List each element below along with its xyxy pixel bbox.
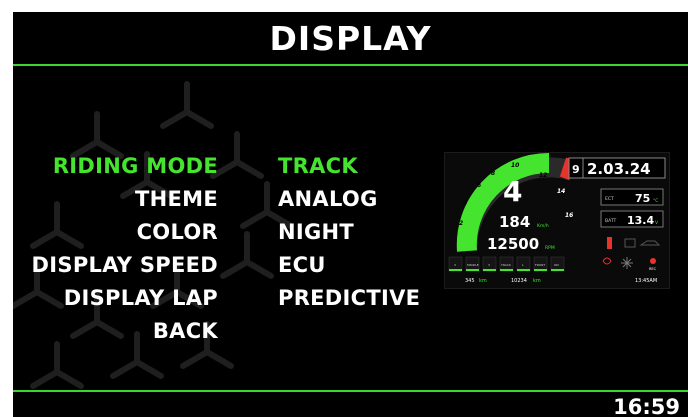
mode-strip-label: ON bbox=[554, 263, 559, 267]
menu-item-display-speed[interactable]: DISPLAY SPEED bbox=[32, 249, 218, 282]
speed-value: 184 bbox=[499, 213, 530, 231]
snowflake-icon bbox=[621, 257, 633, 269]
menu-labels: RIDING MODE THEME COLOR DISPLAY SPEED DI… bbox=[32, 150, 218, 348]
tach-tick-label: 12 bbox=[539, 172, 547, 179]
temperature-warning-icon bbox=[607, 237, 612, 249]
dashboard-preview-graphic: 2 4 6 8 10 12 14 16 4 184 Km/h 12500 RPM… bbox=[448, 152, 666, 284]
tach-tick-label: 2 bbox=[459, 220, 463, 227]
page-title: DISPLAY bbox=[269, 18, 432, 58]
battery-warning-icon bbox=[624, 238, 636, 248]
mode-strip-label: 3 bbox=[488, 263, 490, 267]
preview-clock: 13:45AM bbox=[635, 278, 657, 284]
menu-item-back[interactable]: BACK bbox=[32, 315, 218, 348]
menu-item-theme[interactable]: THEME bbox=[32, 183, 218, 216]
lap-time: 2.03.24 bbox=[587, 160, 651, 178]
tach-tick-label: 10 bbox=[511, 162, 519, 169]
traction-icon bbox=[602, 257, 612, 265]
value-theme: ANALOG bbox=[278, 187, 378, 211]
mode-strip-label: TRACK bbox=[500, 263, 512, 267]
record-label: REC bbox=[649, 267, 657, 271]
ect-label: ECT bbox=[605, 196, 614, 202]
value-display-lap: PREDICTIVE bbox=[278, 286, 421, 310]
ect-value: 75 bbox=[635, 192, 650, 205]
mode-strip-label: FRONT bbox=[535, 263, 545, 267]
rpm-unit: RPM bbox=[545, 245, 555, 251]
mode-strip-label: MIDDLE bbox=[467, 263, 479, 267]
clock: 16:59 bbox=[613, 395, 680, 417]
batt-label: BATT bbox=[605, 218, 616, 224]
dashboard-preview: 2 4 6 8 10 12 14 16 4 184 Km/h 12500 RPM… bbox=[444, 152, 670, 289]
mode-strip-label: 3 bbox=[454, 263, 456, 267]
trip-odometer-unit: km bbox=[479, 278, 487, 284]
menu-item-display-lap[interactable]: DISPLAY LAP bbox=[32, 282, 218, 315]
lap-number: 9 bbox=[572, 163, 580, 176]
speed-unit: Km/h bbox=[537, 223, 549, 229]
tach-tick-label: 4 bbox=[463, 200, 467, 207]
value-display-speed: ECU bbox=[278, 253, 326, 277]
header-bar: DISPLAY bbox=[13, 12, 688, 66]
tach-tick-label: 14 bbox=[557, 188, 565, 195]
trip-odometer: 345 bbox=[465, 278, 475, 284]
batt-value: 13.4 bbox=[627, 214, 654, 227]
mode-strip: 3 MIDDLE 3 TRACK L FRONT ON bbox=[448, 256, 565, 272]
total-odometer: 10234 bbox=[511, 278, 527, 284]
value-color: NIGHT bbox=[278, 220, 355, 244]
menu-item-color[interactable]: COLOR bbox=[32, 216, 218, 249]
display-settings-screen: DISPLAY RIDING MODE THEME COLOR DISPLAY … bbox=[0, 0, 688, 417]
tach-tick-label: 16 bbox=[565, 212, 573, 219]
warning-lights bbox=[607, 237, 661, 249]
ect-unit: °C bbox=[653, 198, 658, 204]
value-riding-mode: TRACK bbox=[278, 154, 358, 178]
tach-tick-label: 6 bbox=[477, 182, 481, 189]
menu-item-riding-mode[interactable]: RIDING MODE bbox=[32, 150, 218, 183]
screen-frame-top bbox=[0, 0, 688, 12]
record-icon bbox=[650, 258, 656, 264]
mode-strip-underlines bbox=[449, 269, 564, 271]
tach-tick-label: 8 bbox=[491, 170, 495, 177]
gear-indicator: 4 bbox=[503, 175, 522, 208]
total-odometer-unit: km bbox=[533, 278, 541, 284]
menu-values: TRACK ANALOG NIGHT ECU PREDICTIVE bbox=[278, 150, 420, 315]
rpm-value: 12500 bbox=[487, 235, 539, 253]
oil-warning-icon bbox=[639, 240, 661, 246]
footer-bar: 16:59 bbox=[13, 390, 688, 417]
screen-frame-left bbox=[0, 0, 13, 417]
